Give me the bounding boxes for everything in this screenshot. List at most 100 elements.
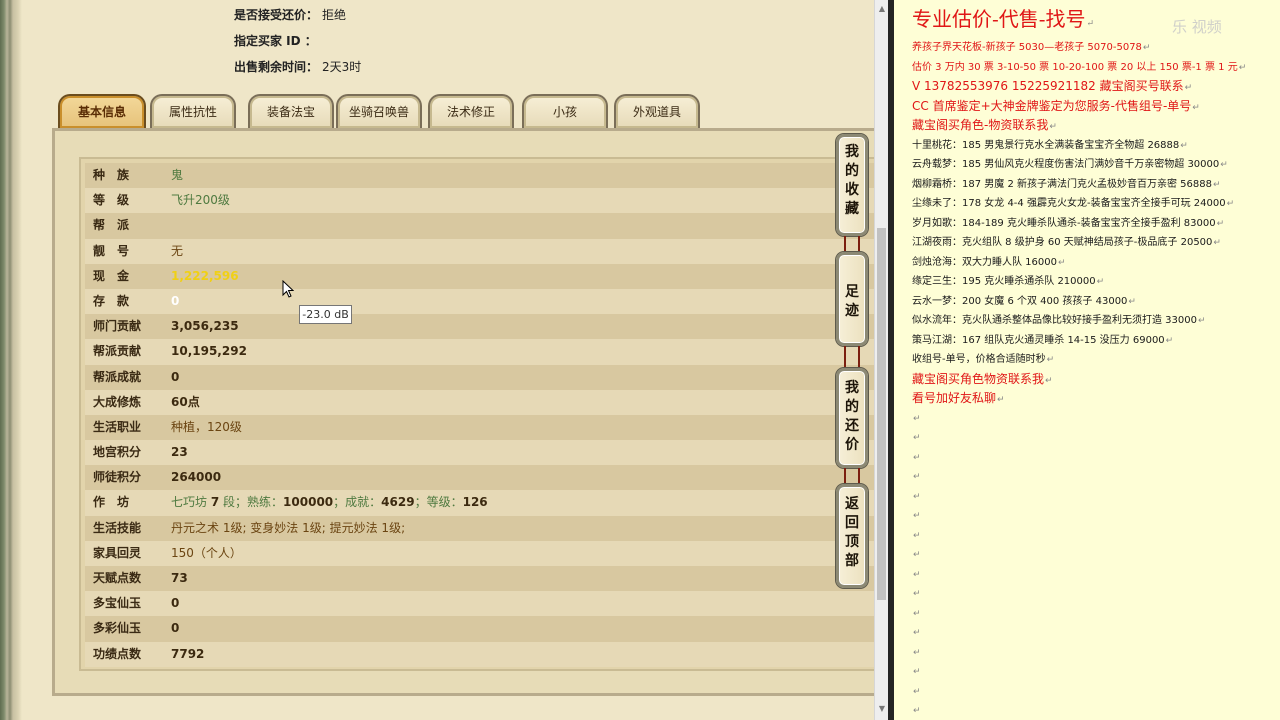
info-row-furniture: 家具回灵 150（个人） <box>85 540 875 566</box>
tab-appearance[interactable]: 外观道具 <box>614 94 700 128</box>
note-text: 养孩子界天花板-新孩子 5030—老孩子 5070-5078 <box>912 42 1142 53</box>
note-text: 江湖夜雨：克火组队 8 级护身 60 天赋神结局孩子-极品底子 20500 <box>912 237 1213 248</box>
note-text: 缘定三生：195 克火睡杀通杀队 210000 <box>912 276 1096 287</box>
note-line: 收组号-单号，价格合适随时秒↵ <box>912 350 1280 370</box>
return-mark-icon: ↵ <box>1198 316 1206 326</box>
info-value: 丹元之术 1级; 变身妙法 1级; 提元妙法 1级; <box>171 520 406 535</box>
my-offers-button[interactable]: 我的还价 <box>836 368 868 468</box>
sale-meta: 是否接受还价： 拒绝 指定买家 ID ： 出售剩余时间： 2天3时 <box>234 6 361 84</box>
workshop-grade-label: ；等级： <box>414 495 463 510</box>
panel-border <box>0 0 22 720</box>
info-label: 地宫积分 <box>93 445 142 460</box>
info-row-palace-points: 地宫积分 23 <box>85 440 875 466</box>
return-mark-icon: ↵ <box>913 686 921 697</box>
note-line: V 13782553976 15225921182 藏宝阁买号联系↵ <box>912 77 1280 97</box>
note-text: 十里桃花：185 男鬼景行克水全满装备宝宝齐全物超 26888 <box>912 139 1180 151</box>
buyer-id-label: 指定买家 ID ： <box>234 34 317 48</box>
my-favorites-button[interactable]: 我的收藏 <box>836 134 868 236</box>
info-row-workshop: 作 坊 七巧坊 7 段；熟练：100000；成就：4629；等级：126 <box>85 490 875 516</box>
info-row-cash: 现 金 1,222,596 <box>85 263 875 289</box>
info-label: 生活技能 <box>93 520 142 535</box>
info-label: 家具回灵 <box>93 545 142 560</box>
return-mark-icon: ↵ <box>1049 122 1057 132</box>
tab-basic-info[interactable]: 基本信息 <box>58 94 146 128</box>
chain-decoration <box>844 346 860 368</box>
notes-lines: 养孩子界天花板-新孩子 5030—老孩子 5070-5078↵ 估价 3 万内 3… <box>912 38 1280 720</box>
scroll-thumb[interactable] <box>877 228 886 600</box>
return-mark-icon: ↵ <box>1216 218 1225 229</box>
chain-decoration <box>844 236 860 252</box>
tab-children[interactable]: 小孩 <box>522 94 608 128</box>
note-text: 策马江湖：167 组队克火通灵睡杀 14-15 没压力 69000 <box>912 334 1165 346</box>
empty-note-line: ↵ <box>912 545 1280 565</box>
info-value: 264000 <box>171 470 222 485</box>
tab-spell-mods[interactable]: 法术修正 <box>428 94 514 128</box>
info-frame: 种 族 鬼 等 级 飞升200级 帮 派 靓 号 无 现 金 1,222,596 存 款… <box>52 128 877 696</box>
return-mark-icon: ↵ <box>913 628 921 638</box>
footprints-button[interactable]: 足迹 <box>836 252 868 346</box>
info-row-mentor-points: 师徒积分 264000 <box>85 465 875 491</box>
buyer-id-row: 指定买家 ID ： <box>234 32 361 58</box>
note-text: 藏宝阁买角色物资联系我 <box>912 371 1045 386</box>
workshop-value: 七巧坊 7 段；熟练：100000；成就：4629；等级：126 <box>171 490 488 515</box>
return-mark-icon: ↵ <box>913 550 921 560</box>
note-text: 剑烛沧海：双大力睡人队 16000 <box>912 256 1057 268</box>
tab-mounts-pets[interactable]: 坐骑召唤兽 <box>336 94 422 128</box>
time-left-label: 出售剩余时间： <box>234 60 319 74</box>
mouse-cursor-icon <box>282 280 294 298</box>
note-text: 藏宝阁买角色-物资联系我 <box>912 118 1049 132</box>
note-line: 剑烛沧海：双大力睡人队 16000↵ <box>912 253 1280 273</box>
tab-attributes[interactable]: 属性抗性 <box>150 94 236 128</box>
empty-note-line: ↵ <box>912 487 1280 507</box>
return-mark-icon: ↵ <box>1226 199 1235 209</box>
note-line: 策马江湖：167 组队克火通灵睡杀 14-15 没压力 69000↵ <box>912 331 1280 351</box>
scroll-down-icon[interactable]: ▼ <box>877 704 887 714</box>
empty-note-line: ↵ <box>912 565 1280 585</box>
watermark: 乐 视频 <box>1172 18 1222 36</box>
time-left-value: 2天3时 <box>322 60 362 74</box>
info-value: 0 <box>171 369 180 384</box>
note-line: 养孩子界天花板-新孩子 5030—老孩子 5070-5078↵ <box>912 38 1280 58</box>
info-label: 功绩点数 <box>93 646 142 661</box>
info-value: 飞升200级 <box>171 193 230 208</box>
accept-offer-value: 拒绝 <box>322 8 347 22</box>
note-line: 估价 3 万内 30 票 3-10-50 票 10-20-100 票 20 以上… <box>912 58 1280 78</box>
return-mark-icon: ↵ <box>1213 238 1221 248</box>
workshop-grade: 126 <box>462 495 488 510</box>
workshop-skill: 100000 <box>283 495 334 510</box>
note-line: 藏宝阁买角色物资联系我↵ <box>912 370 1280 390</box>
note-text: 似水流年：克火队通杀整体品像比较好接手盈利无须打造 33000 <box>912 315 1197 326</box>
info-value: 7792 <box>171 646 205 661</box>
note-line: 岁月如歌：184-189 克火睡杀队通杀-装备宝宝齐全接手盈利 83000↵ <box>912 214 1280 234</box>
scroll-up-icon[interactable]: ▲ <box>877 4 887 14</box>
return-mark-icon: ↵ <box>1165 335 1174 346</box>
info-row-sect-contribution: 师门贡献 3,056,235 <box>85 314 875 340</box>
return-mark-icon: ↵ <box>1045 375 1053 386</box>
info-value: 23 <box>171 445 188 460</box>
info-label: 多彩仙玉 <box>93 621 142 636</box>
return-mark-icon: ↵ <box>1220 160 1228 170</box>
info-value: 10,195,292 <box>171 344 247 359</box>
empty-note-line: ↵ <box>912 506 1280 526</box>
info-label: 帮派成就 <box>93 369 142 384</box>
return-mark-icon: ↵ <box>1192 102 1200 113</box>
page-scrollbar[interactable]: ▲ ▼ <box>874 0 888 720</box>
note-text: 烟柳霜桥：187 男魔 2 新孩子满法门克火孟极妙音百万亲密 56888 <box>912 178 1212 190</box>
info-label: 生活职业 <box>93 419 142 434</box>
info-panel: 种 族 鬼 等 级 飞升200级 帮 派 靓 号 无 现 金 1,222,596 存 款… <box>79 157 877 671</box>
empty-note-line: ↵ <box>912 623 1280 643</box>
note-line: 云舟载梦：185 男仙风克火程度伤害法门满妙音千万亲密物超 30000↵ <box>912 155 1280 175</box>
note-line: 尘缘未了：178 女龙 4-4 强霹克火女龙-装备宝宝齐全接手可玩 24000↵ <box>912 194 1280 214</box>
note-line: 云水一梦：200 女魔 6 个双 400 孩孩子 43000↵ <box>912 292 1280 312</box>
note-line: 十里桃花：185 男鬼景行克水全满装备宝宝齐全物超 26888↵ <box>912 136 1280 156</box>
info-value: 150（个人） <box>171 545 242 560</box>
info-row-life-skills: 生活技能 丹元之术 1级; 变身妙法 1级; 提元妙法 1级; <box>85 515 875 541</box>
info-value: 种植，120级 <box>171 419 242 434</box>
note-text: 尘缘未了：178 女龙 4-4 强霹克火女龙-装备宝宝齐全接手可玩 24000 <box>912 198 1226 209</box>
game-panel: 是否接受还价： 拒绝 指定买家 ID ： 出售剩余时间： 2天3时 基本信息 属性抗… <box>0 0 877 720</box>
back-to-top-button[interactable]: 返回顶部 <box>836 484 868 588</box>
workshop-level: 7 <box>210 495 220 510</box>
tab-equipment[interactable]: 装备法宝 <box>248 94 334 128</box>
empty-note-line: ↵ <box>912 643 1280 663</box>
info-label: 现 金 <box>93 268 130 283</box>
